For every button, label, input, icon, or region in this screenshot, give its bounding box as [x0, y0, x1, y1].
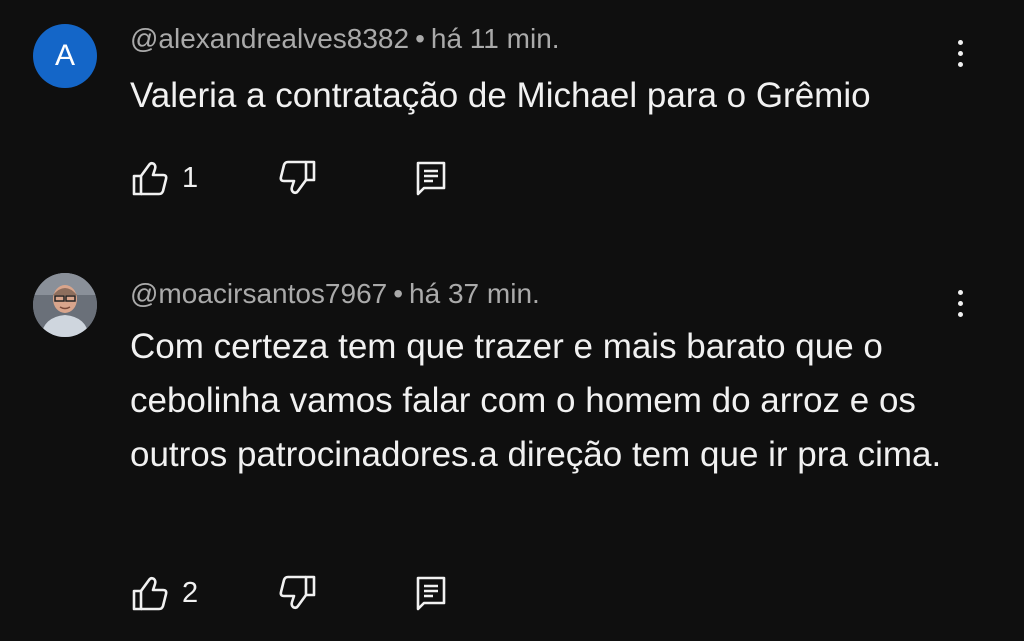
author-handle[interactable]: @moacirsantos7967	[130, 278, 387, 309]
reply-comment-icon	[416, 576, 446, 611]
like-button[interactable]: 2	[130, 573, 198, 617]
avatar-letter: A	[54, 39, 75, 72]
comment-thread: @moacirsantos7967 • há 37 min. Com certeza…	[0, 245, 1024, 641]
comment-timestamp[interactable]: há 11 min.	[431, 23, 560, 54]
reply-comment-icon	[416, 161, 446, 196]
comment-thread: A @alexandrealves8382 • há 11 min. Valeria…	[0, 0, 1024, 245]
like-count: 1	[182, 162, 199, 194]
dislike-button[interactable]	[276, 158, 318, 202]
more-vert-icon[interactable]	[946, 36, 974, 76]
like-count: 2	[182, 577, 199, 609]
author-handle[interactable]: @alexandrealves8382	[130, 23, 409, 54]
comments-list: A @alexandrealves8382 • há 11 min. Valeria…	[0, 0, 1024, 641]
comment-actions: 2	[130, 573, 530, 617]
comment-header: @moacirsantos7967 • há 37 min.	[130, 278, 540, 310]
comment-actions: 1	[130, 158, 530, 202]
thumb-up-icon	[132, 161, 168, 196]
thumb-down-icon	[279, 575, 316, 610]
comment-header: @alexandrealves8382 • há 11 min.	[130, 23, 560, 55]
more-vert-icon[interactable]	[946, 286, 974, 326]
thumb-up-icon	[132, 576, 168, 611]
comment-text: Com certeza tem que trazer e mais barato…	[130, 327, 942, 474]
reply-button[interactable]	[414, 158, 450, 202]
user-photo	[33, 273, 97, 337]
reply-button[interactable]	[414, 573, 450, 617]
thumb-down-icon	[279, 160, 316, 195]
avatar[interactable]: A	[33, 24, 97, 88]
meta-separator: •	[415, 23, 425, 54]
avatar[interactable]	[33, 273, 97, 337]
like-button[interactable]: 1	[130, 158, 198, 202]
comment-text: Valeria a contratação de Michael para o …	[130, 76, 871, 115]
dislike-button[interactable]	[276, 573, 318, 617]
meta-separator: •	[393, 278, 404, 309]
comment-timestamp[interactable]: há 37 min.	[409, 278, 540, 309]
